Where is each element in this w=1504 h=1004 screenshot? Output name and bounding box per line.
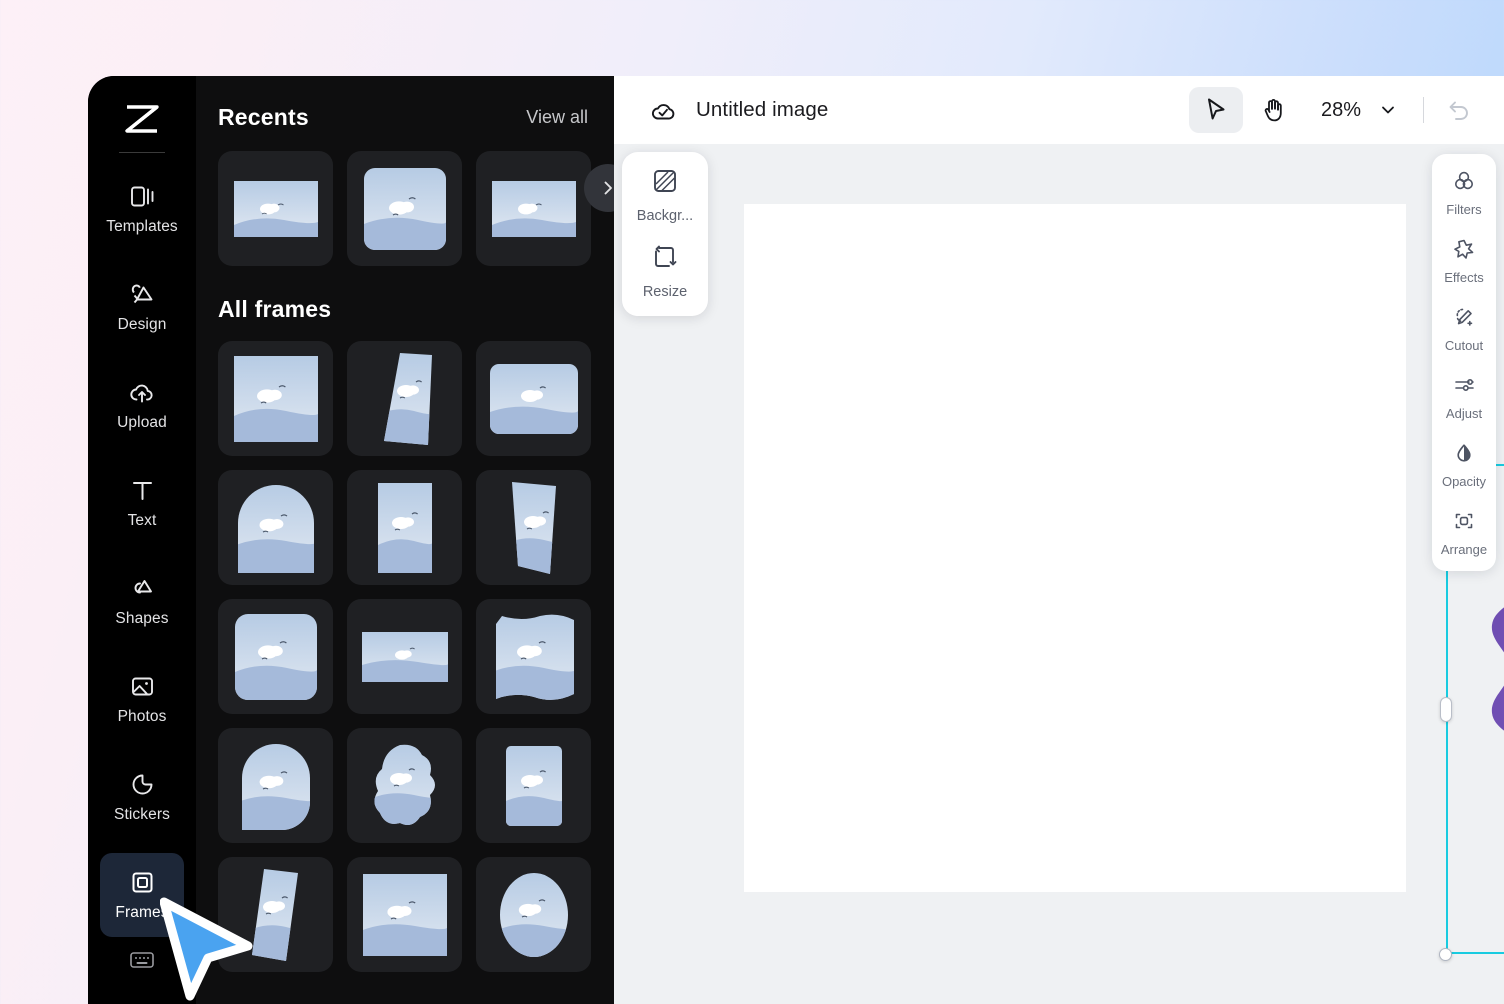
sidebar-item-photos[interactable]: Photos <box>100 657 184 741</box>
sidebar-item-label: Templates <box>106 217 178 235</box>
sidebar-item-design[interactable]: Design <box>100 265 184 349</box>
recents-header: Recents View all <box>196 76 614 131</box>
shapes-icon <box>128 575 156 603</box>
effects-tool-button[interactable]: Effects <box>1444 238 1484 285</box>
hand-tool-button[interactable] <box>1247 87 1301 133</box>
arrange-tool-button[interactable]: Arrange <box>1441 510 1487 557</box>
sidebar-item-stickers[interactable]: Stickers <box>100 755 184 839</box>
frame-item-rounded-square-large[interactable] <box>218 599 333 714</box>
background-tool-label: Backgr... <box>636 208 694 224</box>
templates-icon <box>128 183 156 211</box>
resize-handle-left[interactable] <box>1440 697 1452 722</box>
filters-icon <box>1453 170 1475 197</box>
arrange-icon <box>1453 510 1475 537</box>
stickers-icon <box>128 771 156 799</box>
all-frames-header: All frames <box>196 266 614 323</box>
page-title[interactable]: Untitled image <box>696 98 828 122</box>
frame-item-plain-square[interactable] <box>347 857 462 972</box>
zoom-level[interactable]: 28% <box>1321 99 1361 122</box>
opacity-icon <box>1453 442 1475 469</box>
frame-item-slant-trapezoid[interactable] <box>476 470 591 585</box>
sidebar-item-label: Upload <box>117 413 167 431</box>
top-toolbar: Untitled image 28% <box>614 76 1504 144</box>
frame-item-leaf-arch[interactable] <box>218 728 333 843</box>
frame-item-arch[interactable] <box>218 470 333 585</box>
app-window: Templates Design Upload Text Shapes Phot… <box>88 76 1504 1004</box>
background-icon <box>650 166 680 201</box>
recent-frame-item[interactable] <box>218 151 333 266</box>
effects-tool-label: Effects <box>1444 270 1484 285</box>
frames-grid <box>196 323 614 972</box>
recent-frame-item[interactable] <box>476 151 591 266</box>
sidebar-item-label: Stickers <box>114 805 170 823</box>
sidebar-item-text[interactable]: Text <box>100 461 184 545</box>
frame-item-portrait-rounded[interactable] <box>476 728 591 843</box>
keyboard-icon[interactable] <box>125 947 159 973</box>
text-icon <box>128 477 156 505</box>
canvas-left-tools: Backgr... Resize <box>622 152 708 316</box>
sidebar-item-templates[interactable]: Templates <box>100 167 184 251</box>
cutout-icon <box>1453 306 1475 333</box>
view-all-link[interactable]: View all <box>526 107 588 128</box>
chevron-down-icon[interactable] <box>1371 93 1405 127</box>
sidebar-item-label: Photos <box>117 707 167 725</box>
effects-icon <box>1453 238 1475 265</box>
adjust-tool-label: Adjust <box>1445 406 1483 421</box>
upload-cloud-icon <box>128 379 156 407</box>
frame-item-skew-tall[interactable] <box>218 857 333 972</box>
background-tool-button[interactable]: Backgr... <box>622 166 708 224</box>
frame-item-small-landscape[interactable] <box>347 599 462 714</box>
photos-icon <box>128 673 156 701</box>
cutout-tool-label: Cutout <box>1444 338 1484 353</box>
filters-tool-button[interactable]: Filters <box>1446 170 1482 217</box>
frame-item-square[interactable] <box>218 341 333 456</box>
design-icon <box>128 281 156 309</box>
sidebar-item-label: Design <box>117 315 167 333</box>
frames-icon <box>128 869 156 897</box>
sidebar-item-label: Shapes <box>115 609 169 627</box>
recents-title: Recents <box>218 104 309 130</box>
frame-item-rounded-rect[interactable] <box>476 341 591 456</box>
recents-strip <box>196 131 614 266</box>
select-tool-button[interactable] <box>1188 87 1243 133</box>
sidebar-item-shapes[interactable]: Shapes <box>100 559 184 643</box>
left-rail: Templates Design Upload Text Shapes Phot… <box>88 76 196 1004</box>
opacity-tool-button[interactable]: Opacity <box>1442 442 1486 489</box>
frame-item-tall-rect[interactable] <box>347 470 462 585</box>
sidebar-item-label: Frames <box>115 903 169 921</box>
capcut-logo-icon[interactable] <box>119 96 165 142</box>
sidebar-item-label: Text <box>127 511 157 529</box>
resize-handle-bottom-left[interactable] <box>1439 948 1452 961</box>
sidebar-item-frames[interactable]: Frames <box>100 853 184 937</box>
filters-tool-label: Filters <box>1446 202 1482 217</box>
adjust-tool-button[interactable]: Adjust <box>1446 374 1482 421</box>
resize-tool-button[interactable]: Resize <box>622 242 708 300</box>
canvas-area[interactable]: Backgr... Resize Filters Effects Cutout … <box>614 144 1504 1004</box>
rail-divider <box>119 152 165 153</box>
frame-item-skew-parallelogram[interactable] <box>347 341 462 456</box>
resize-icon <box>650 242 680 277</box>
cloud-check-icon[interactable] <box>648 95 678 125</box>
adjust-icon <box>1453 374 1475 401</box>
sidebar-item-upload[interactable]: Upload <box>100 363 184 447</box>
canvas-right-tools: Filters Effects Cutout Adjust Opacity Ar… <box>1432 154 1496 571</box>
top-toolbar-actions: 28% <box>1188 87 1476 133</box>
cutout-tool-button[interactable]: Cutout <box>1445 306 1483 353</box>
frame-item-notched-square[interactable] <box>476 599 591 714</box>
resize-tool-label: Resize <box>642 284 688 300</box>
arrange-tool-label: Arrange <box>1440 542 1488 557</box>
opacity-tool-label: Opacity <box>1441 474 1487 489</box>
undo-icon[interactable] <box>1442 93 1476 127</box>
recent-frame-item[interactable] <box>347 151 462 266</box>
all-frames-title: All frames <box>218 296 332 322</box>
frame-item-blob[interactable] <box>347 728 462 843</box>
editor-stage: Untitled image 28% Backgr... Resize Filt… <box>614 76 1504 1004</box>
frame-item-ellipse[interactable] <box>476 857 591 972</box>
toolbar-divider <box>1423 97 1424 123</box>
frames-panel: Recents View all All frames <box>196 76 614 1004</box>
artboard[interactable] <box>744 204 1406 892</box>
